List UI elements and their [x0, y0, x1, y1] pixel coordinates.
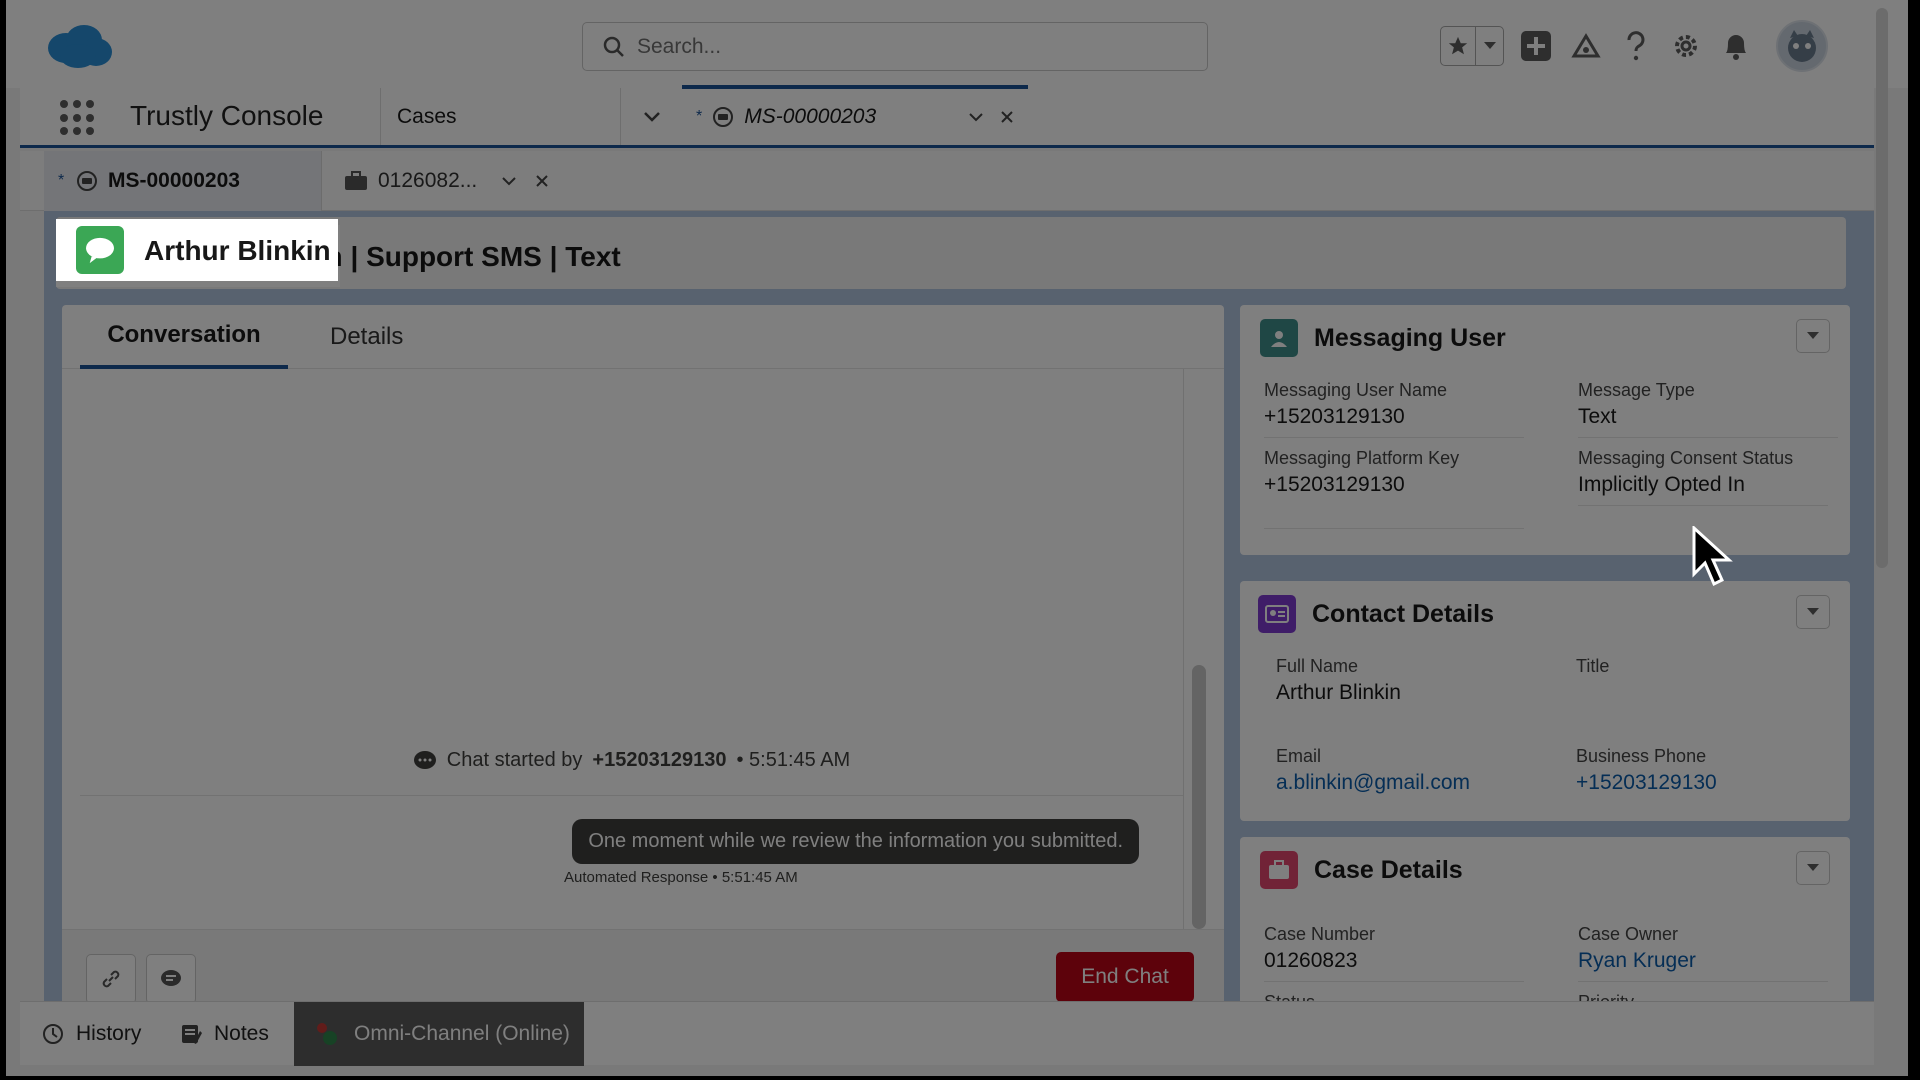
- unsaved-marker: *: [58, 172, 65, 189]
- messaging-user-card: Messaging User Messaging User Name +1520…: [1240, 305, 1850, 555]
- contact-icon: [1258, 595, 1296, 633]
- field-case-number: Case Number 01260823: [1264, 923, 1524, 982]
- field-email: Email a.blinkin@gmail.com: [1276, 745, 1536, 795]
- card-header: Messaging User: [1260, 319, 1506, 357]
- salesforce-cloud-icon[interactable]: [44, 22, 114, 70]
- record-title-name: Arthur Blinkin: [144, 235, 331, 266]
- global-header: Search...: [6, 0, 1908, 88]
- end-chat-button[interactable]: End Chat: [1056, 952, 1194, 1002]
- close-icon[interactable]: [1000, 110, 1014, 124]
- chevron-down-icon[interactable]: [501, 176, 517, 186]
- chat-message-automated: One moment while we review the informati…: [572, 819, 1139, 864]
- field-title: Title: [1576, 656, 1610, 676]
- utility-bar: History Notes Omni-Channel (Online): [20, 1001, 1874, 1066]
- utility-notes[interactable]: Notes: [180, 1002, 269, 1066]
- case-details-card: Case Details Case Number 01260823 Case O…: [1240, 837, 1850, 1017]
- field-full-name: Full Name Arthur Blinkin: [1276, 656, 1401, 704]
- search-placeholder: Search...: [637, 34, 722, 58]
- conversation-panel: Conversation Details Chat started by +15…: [62, 305, 1224, 1015]
- console-navbar: Trustly Console Cases * MS-00000203: [20, 85, 1874, 148]
- workspace-tab-label: MS-00000203: [744, 105, 877, 128]
- header-actions: [1440, 20, 1828, 72]
- card-menu-button[interactable]: [1796, 319, 1830, 353]
- subtab-bar: * MS-00000203 0126082...: [20, 151, 1874, 211]
- search-icon: [603, 36, 624, 57]
- trailhead-icon[interactable]: [1568, 28, 1604, 64]
- close-icon[interactable]: [535, 174, 549, 188]
- card-title: Messaging User: [1314, 323, 1506, 352]
- subtab-label: MS-00000203: [108, 169, 240, 192]
- card-title: Case Details: [1314, 855, 1463, 884]
- card-menu-button[interactable]: [1796, 851, 1830, 885]
- field-message-type: Message Type Text: [1578, 379, 1838, 438]
- global-search-input[interactable]: Search...: [582, 22, 1208, 71]
- chat-started-event: Chat started by +15203129130 • 5:51:45 A…: [80, 749, 1183, 772]
- contact-details-card: Contact Details Full Name Arthur Blinkin…: [1240, 581, 1850, 821]
- chevron-down-icon: [1807, 332, 1819, 339]
- chat-message-meta: Automated Response • 5:51:45 AM: [564, 869, 798, 886]
- app-name: Trustly Console: [130, 100, 324, 131]
- phone-link[interactable]: +15203129130: [1576, 771, 1836, 795]
- app-launcher-icon[interactable]: [60, 100, 96, 136]
- messaging-session-icon: [77, 171, 97, 191]
- subtab-case[interactable]: 0126082...: [330, 151, 590, 211]
- highlighted-record-title: Arthur Blinkin: [56, 219, 338, 281]
- unsaved-marker: *: [696, 108, 703, 125]
- utility-omni-channel[interactable]: Omni-Channel (Online): [294, 1002, 584, 1066]
- star-icon[interactable]: [1441, 27, 1475, 65]
- clock-icon: [43, 1024, 63, 1044]
- divider: [80, 795, 1183, 796]
- subtab-ms-00000203[interactable]: * MS-00000203: [44, 151, 322, 211]
- card-menu-button[interactable]: [1796, 595, 1830, 629]
- utility-history[interactable]: History: [42, 1002, 141, 1066]
- field-messaging-consent-status: Messaging Consent Status Implicitly Opte…: [1578, 447, 1828, 506]
- salesforce-console: Search... Trustly Console Cases * MS-000…: [6, 0, 1908, 1076]
- conversation-tabs: Conversation Details: [62, 305, 1224, 369]
- mouse-cursor-icon: [1692, 526, 1733, 587]
- nav-item-cases[interactable]: Cases: [380, 88, 620, 145]
- link-icon[interactable]: [86, 954, 136, 1004]
- card-header: Case Details: [1260, 851, 1463, 889]
- omni-status-icon: [317, 1023, 337, 1045]
- sms-icon: [76, 226, 124, 274]
- field-messaging-platform-key: Messaging Platform Key +15203129130: [1264, 447, 1524, 529]
- email-link[interactable]: a.blinkin@gmail.com: [1276, 771, 1536, 795]
- notes-icon: [182, 1025, 202, 1044]
- bell-icon[interactable]: [1718, 28, 1754, 64]
- card-title: Contact Details: [1312, 599, 1494, 628]
- card-header: Contact Details: [1258, 595, 1494, 633]
- briefcase-icon: [345, 171, 367, 190]
- field-messaging-user-name: Messaging User Name +15203129130: [1264, 379, 1524, 438]
- chat-bubble-icon: [413, 750, 436, 769]
- record-workspace: Arthur Blinkin | Support SMS | Text Conv…: [44, 211, 1874, 1017]
- chat-scrollbar[interactable]: [1188, 369, 1208, 929]
- gear-icon[interactable]: [1668, 28, 1704, 64]
- chevron-down-icon: [1807, 608, 1819, 615]
- chevron-down-icon[interactable]: [968, 112, 984, 122]
- avatar[interactable]: [1776, 20, 1828, 72]
- chevron-down-icon[interactable]: [1475, 27, 1503, 65]
- add-icon[interactable]: [1518, 28, 1554, 64]
- chevron-down-icon[interactable]: [620, 88, 682, 145]
- subtab-label: 0126082...: [378, 169, 478, 192]
- field-case-owner: Case Owner Ryan Kruger: [1578, 923, 1828, 982]
- tab-details[interactable]: Details: [312, 305, 421, 369]
- workspace-tab-ms-00000203[interactable]: * MS-00000203: [682, 85, 1028, 145]
- scrollbar-thumb[interactable]: [1192, 665, 1206, 929]
- help-icon[interactable]: [1618, 28, 1654, 64]
- chevron-down-icon: [1807, 864, 1819, 871]
- messaging-session-icon: [713, 107, 734, 127]
- tab-conversation[interactable]: Conversation: [80, 305, 288, 369]
- quick-text-icon[interactable]: [146, 954, 196, 1004]
- case-owner-link[interactable]: Ryan Kruger: [1578, 949, 1828, 973]
- messaging-user-icon: [1260, 319, 1298, 357]
- favorites-group: [1440, 26, 1504, 66]
- chat-transcript[interactable]: Chat started by +15203129130 • 5:51:45 A…: [80, 369, 1184, 929]
- field-business-phone: Business Phone +15203129130: [1576, 745, 1836, 795]
- case-icon: [1260, 851, 1298, 889]
- window-scrollbar[interactable]: [1876, 8, 1888, 568]
